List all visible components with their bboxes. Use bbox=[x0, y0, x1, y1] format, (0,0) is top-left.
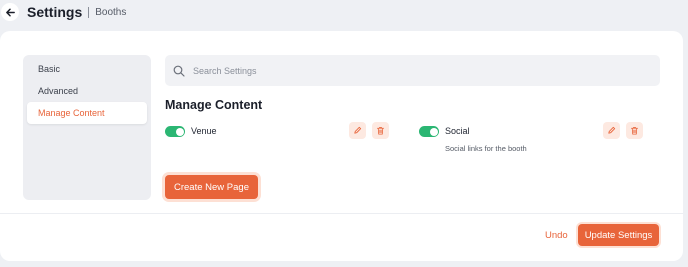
undo-button[interactable]: Undo bbox=[545, 230, 568, 241]
trash-icon bbox=[376, 126, 385, 135]
sidebar-item-advanced[interactable]: Advanced bbox=[27, 80, 147, 102]
content-item-social: Social bbox=[419, 125, 470, 137]
arrow-left-icon bbox=[5, 8, 15, 16]
social-edit-button[interactable] bbox=[603, 122, 620, 139]
footer-divider bbox=[0, 213, 683, 214]
search-input[interactable] bbox=[193, 65, 633, 76]
top-bar: Settings Booths bbox=[0, 0, 688, 24]
social-description: Social links for the booth bbox=[445, 144, 527, 153]
settings-sidebar: Basic Advanced Manage Content bbox=[23, 55, 151, 200]
breadcrumb[interactable]: Booths bbox=[95, 7, 126, 18]
venue-edit-button[interactable] bbox=[349, 122, 366, 139]
social-toggle[interactable] bbox=[419, 126, 439, 137]
venue-delete-button[interactable] bbox=[372, 122, 389, 139]
search-icon bbox=[173, 65, 185, 77]
venue-label: Venue bbox=[191, 126, 217, 136]
content-item-venue: Venue bbox=[165, 125, 217, 137]
update-settings-button[interactable]: Update Settings bbox=[578, 224, 659, 246]
title-divider bbox=[88, 6, 90, 18]
create-new-page-button[interactable]: Create New Page bbox=[165, 175, 258, 199]
pencil-icon bbox=[354, 126, 362, 134]
settings-card: Basic Advanced Manage Content Manage Con… bbox=[0, 31, 683, 261]
section-title: Manage Content bbox=[165, 98, 263, 112]
pencil-icon bbox=[608, 126, 616, 134]
social-delete-button[interactable] bbox=[626, 122, 643, 139]
trash-icon bbox=[630, 126, 639, 135]
back-button[interactable] bbox=[1, 3, 19, 21]
page-title: Settings bbox=[27, 4, 83, 20]
sidebar-item-manage-content[interactable]: Manage Content bbox=[27, 102, 147, 124]
social-label: Social bbox=[445, 126, 470, 136]
venue-toggle[interactable] bbox=[165, 126, 185, 137]
sidebar-item-basic[interactable]: Basic bbox=[27, 58, 147, 80]
search-bar bbox=[165, 55, 660, 86]
